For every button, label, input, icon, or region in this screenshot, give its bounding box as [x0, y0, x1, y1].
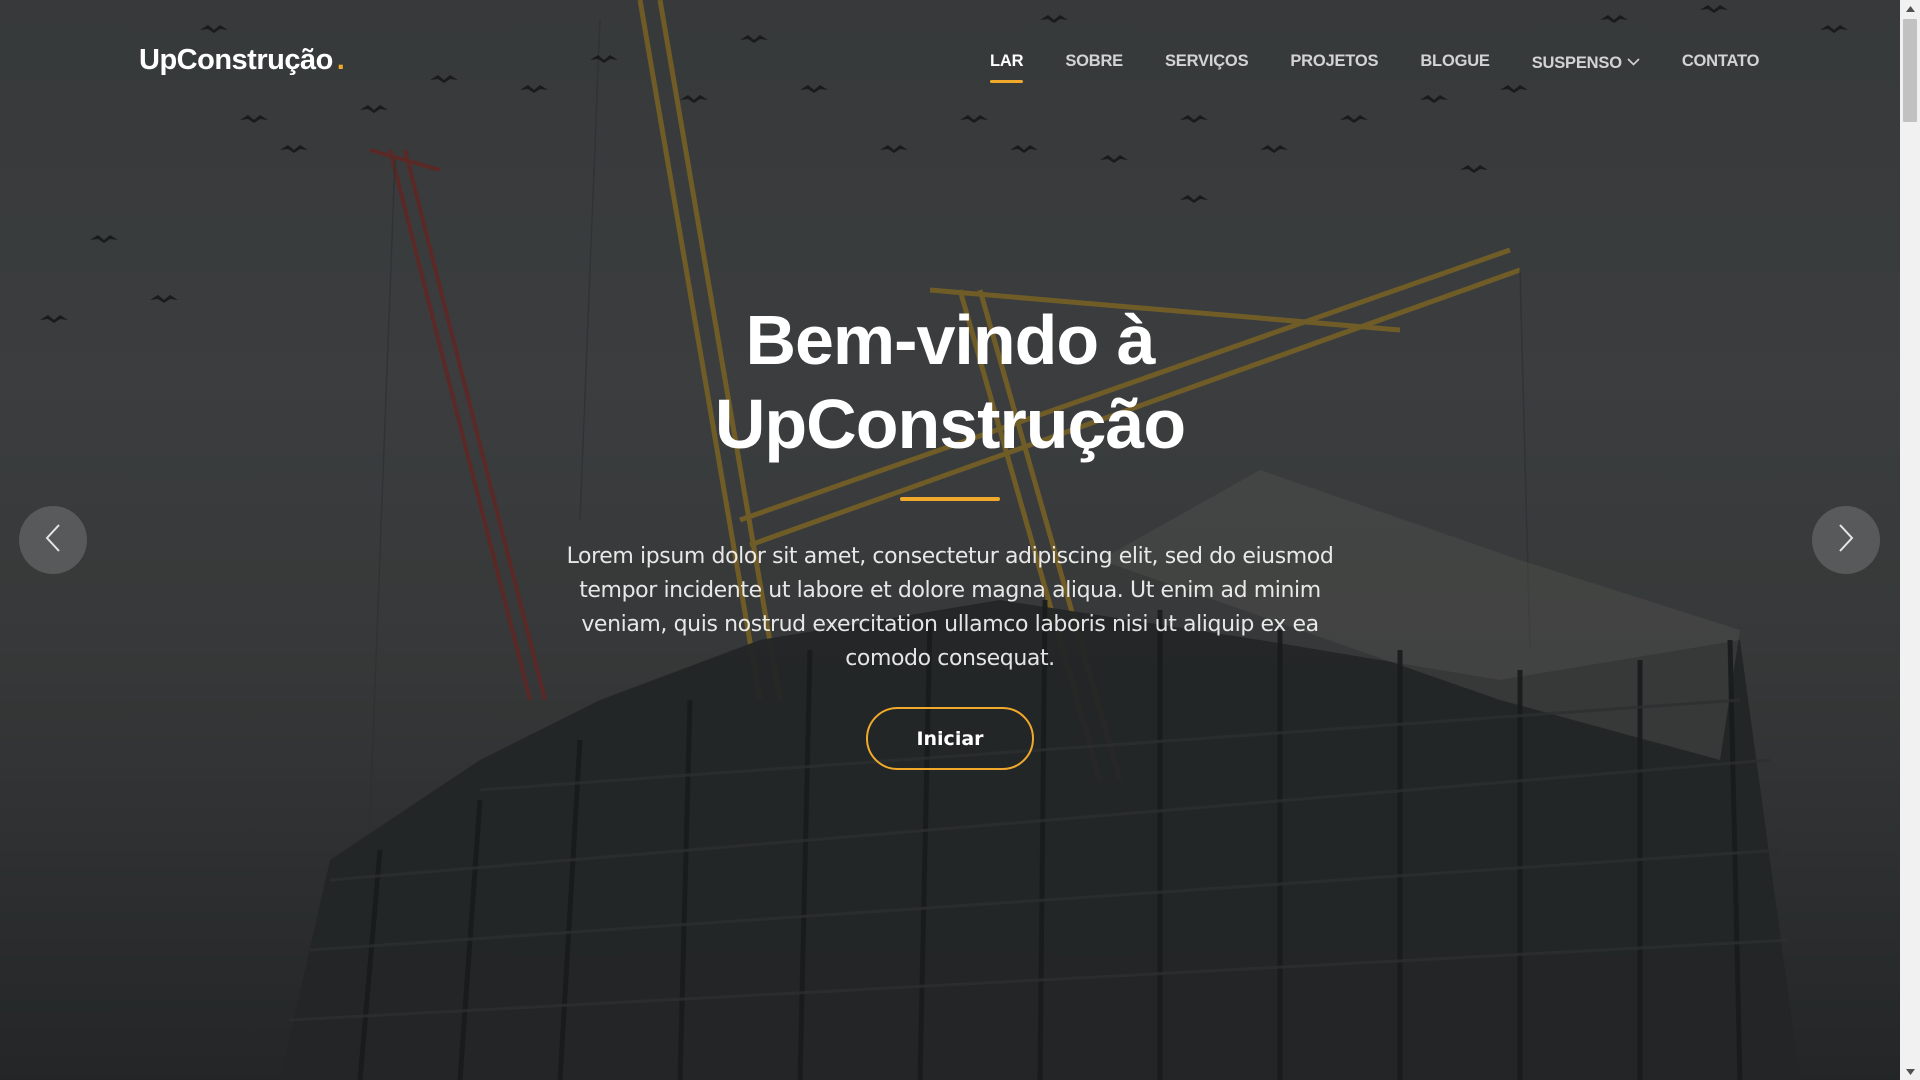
- title-underline-accent: [900, 497, 1000, 501]
- nav-item-sobre[interactable]: SOBRE: [1065, 52, 1123, 86]
- start-button[interactable]: Iniciar: [866, 707, 1034, 770]
- chevron-left-icon: [43, 523, 63, 558]
- nav-item-lar[interactable]: LAR: [990, 52, 1024, 86]
- chevron-down-icon: [1627, 52, 1640, 71]
- site-logo[interactable]: UpConstrução.: [139, 44, 345, 77]
- page-scrollbar[interactable]: [1900, 0, 1920, 1080]
- logo-dot: .: [336, 44, 345, 76]
- logo-text: UpConstrução: [139, 44, 333, 76]
- nav-item-contato[interactable]: CONTATO: [1682, 52, 1760, 86]
- chevron-right-icon: [1836, 523, 1856, 558]
- carousel-prev-button[interactable]: [19, 506, 87, 574]
- main-navigation: LAR SOBRE SERVIÇOS PROJETOS BLOGUE SUSPE…: [990, 52, 1759, 86]
- scroll-down-arrow-icon[interactable]: [1900, 1063, 1920, 1080]
- carousel-next-button[interactable]: [1812, 506, 1880, 574]
- scrollbar-thumb[interactable]: [1903, 19, 1917, 122]
- nav-item-servicos[interactable]: SERVIÇOS: [1165, 52, 1249, 86]
- nav-item-suspenso[interactable]: SUSPENSO: [1532, 52, 1640, 86]
- nav-item-projetos[interactable]: PROJETOS: [1290, 52, 1378, 86]
- scroll-up-arrow-icon[interactable]: [1900, 0, 1920, 17]
- nav-item-blogue[interactable]: BLOGUE: [1420, 52, 1490, 86]
- nav-item-suspenso-label: SUSPENSO: [1531, 54, 1622, 72]
- hero-title: Bem-vindo à UpConstrução: [600, 298, 1300, 466]
- hero-description: Lorem ipsum dolor sit amet, consectetur …: [566, 544, 1334, 671]
- hero-title-line-1: Bem-vindo à: [745, 301, 1155, 379]
- hero-title-line-2: UpConstrução: [714, 385, 1186, 463]
